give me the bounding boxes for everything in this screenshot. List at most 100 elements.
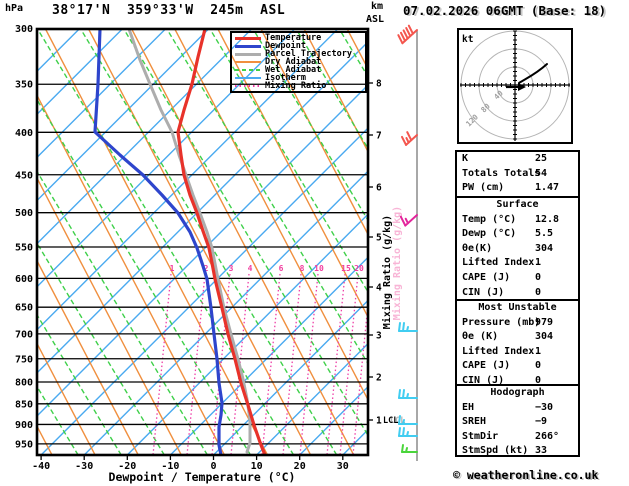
panel-section-header: Most Unstable <box>478 302 557 313</box>
panel-row-value: 304 <box>535 242 554 254</box>
legend: Temperature Dewpoint Parcel Trajectory Dry … <box>230 31 367 93</box>
barb-feather <box>398 427 401 437</box>
barb-feather <box>402 322 405 332</box>
dry-adiabat-line <box>606 29 629 455</box>
credit-text: © weatheronline.co.uk <box>453 468 599 482</box>
panel-row-value: 979 <box>535 316 554 328</box>
pressure-tick-label: 950 <box>15 439 33 450</box>
panel-row-label: CAPE (J) <box>462 360 511 372</box>
panel-row-value: 12.8 <box>535 213 560 225</box>
panel-row-value: 304 <box>535 331 554 343</box>
barb-feather <box>404 217 409 225</box>
legend-line-sample <box>235 36 261 40</box>
temp-tick-label: 20 <box>294 461 306 472</box>
panel-row: K 25 <box>457 152 578 167</box>
barb-feather <box>406 326 409 332</box>
barb-feather <box>398 322 401 332</box>
mixing-ratio-value: 10 <box>314 264 324 273</box>
mixing-ratio-line <box>282 273 302 455</box>
legend-item: Mixing Ratio <box>235 82 365 90</box>
km-tick-label: 7 <box>376 131 382 142</box>
panel-row-label: CIN (J) <box>462 374 505 386</box>
pressure-tick-label: 900 <box>15 420 33 431</box>
panel-row-value: 25 <box>535 153 548 164</box>
pressure-tick-label: 750 <box>15 354 33 365</box>
pressure-tick-label: 550 <box>15 243 33 254</box>
legend-line-sample <box>235 69 261 71</box>
panel-row-value: −9 <box>535 416 548 428</box>
temp-tick-label: 30 <box>337 461 349 472</box>
panel-row-value: 54 <box>535 167 548 179</box>
wind-barb <box>398 322 418 332</box>
panel-row: StmSpd (kt) 33 <box>457 444 578 459</box>
pressure-tick-label: 450 <box>15 170 33 181</box>
panel-row: θe(K) 304 <box>457 242 578 257</box>
panel-row: Pressure (mb) 979 <box>457 316 578 331</box>
panel-section-header: Surface <box>496 199 539 210</box>
panel-row-label: PW (cm) <box>462 182 505 194</box>
panel-row: Temp (°C) 12.8 <box>457 213 578 228</box>
pressure-tick-label: 700 <box>15 329 33 340</box>
panel-row-label: K <box>462 153 469 164</box>
station-title: 38°17'N 359°33'W 245m ASL <box>52 3 286 18</box>
legend-line-sample <box>235 52 261 56</box>
panel-row: PW (cm) 1.47 <box>457 181 578 196</box>
panel-section: Hodograph EH −30 SREH −9 StmDir 266° StmSpd (kt… <box>455 384 580 457</box>
barb-feather <box>402 419 405 425</box>
panel-row-label: EH <box>462 401 475 413</box>
wind-barb <box>401 131 418 146</box>
hodograph-unit-label: kt <box>462 34 473 45</box>
legend-item-label: Mixing Ratio <box>265 81 327 91</box>
legend-line-sample <box>235 44 261 48</box>
panel-row-label: Dewp (°C) <box>462 228 517 240</box>
panel-row: θe (K) 304 <box>457 330 578 345</box>
panel-row-label: Totals Totals <box>462 167 541 179</box>
panel-row: CIN (J) 0 <box>457 286 578 301</box>
panel-row: EH −30 <box>457 401 578 416</box>
pressure-tick-label: 400 <box>15 128 33 139</box>
legend-line-sample <box>235 85 261 87</box>
legend-line-sample <box>235 77 261 79</box>
panel-row-label: Pressure (mb) <box>462 316 541 328</box>
mixing-ratio-value: 20 <box>354 264 364 273</box>
panel-row-label: Lifted Index <box>462 257 535 269</box>
panel-row-value: 5.5 <box>535 228 554 240</box>
temp-tick-label: -40 <box>32 461 50 472</box>
panel-row-value: 0 <box>535 286 542 298</box>
mixing-axis-label: Mixing Ratio (g/kg) <box>381 215 393 329</box>
barb-feather <box>402 389 405 399</box>
altitude-unit-km: km <box>371 1 384 12</box>
panel-row-value: −30 <box>535 401 554 413</box>
wet-adiabat-line <box>598 29 629 455</box>
pressure-tick-label: 850 <box>15 399 33 410</box>
panel-row-label: StmDir <box>462 430 499 442</box>
km-tick-label: 3 <box>376 331 382 342</box>
panel-row-label: θe(K) <box>462 242 493 254</box>
legend-line-sample <box>235 61 261 63</box>
panel-row-value: 1.47 <box>535 182 560 194</box>
hodograph: 4080120 kt <box>457 28 573 144</box>
panel-section: K 25 Totals Totals 54 PW (cm) 1.47 <box>455 150 580 198</box>
panel-row: Totals Totals 54 <box>457 167 578 182</box>
panel-row-value: 33 <box>535 445 548 457</box>
barb-feather <box>406 431 409 437</box>
barb-feather <box>398 415 401 425</box>
pressure-tick-label: 650 <box>15 303 33 314</box>
wind-barb <box>398 427 418 437</box>
wind-barb <box>399 214 418 227</box>
altitude-unit-asl: ASL <box>366 14 385 25</box>
pressure-tick-label: 600 <box>15 274 33 285</box>
panel-row: CAPE (J) 0 <box>457 271 578 286</box>
panel-row-label: CAPE (J) <box>462 271 511 283</box>
panel-row: SREH −9 <box>457 415 578 430</box>
barb-feather <box>398 389 401 399</box>
pressure-tick-label: 350 <box>15 80 33 91</box>
mixing-ratio-line <box>152 273 172 455</box>
panel-row: CIN (J) 0 <box>457 374 578 389</box>
panel-row-value: 0 <box>535 271 542 283</box>
indices-panel: K 25 Totals Totals 54 PW (cm) 1.47 Surface Temp… <box>455 150 580 457</box>
pressure-tick-label: 800 <box>15 377 33 388</box>
pressure-tick-label: 500 <box>15 208 33 219</box>
barb-feather <box>401 444 404 453</box>
mixing-ratio-value: 6 <box>279 264 284 273</box>
